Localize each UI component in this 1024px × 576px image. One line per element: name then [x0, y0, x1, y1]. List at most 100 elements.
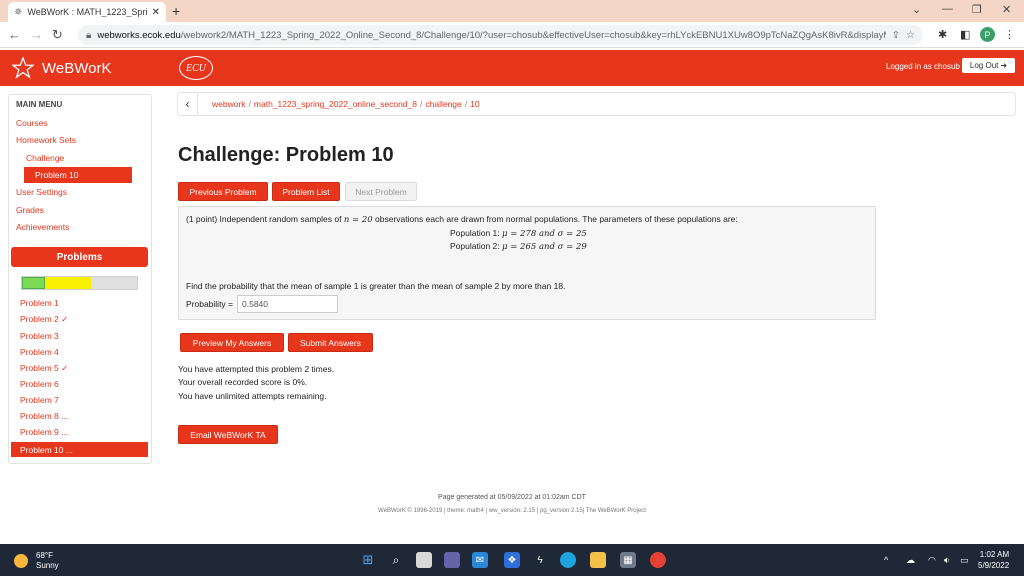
sidebar-item-courses[interactable]: Courses — [16, 118, 48, 128]
logged-in-text: Logged in as chosub — [886, 62, 960, 71]
tab-close-icon[interactable]: ✕ — [152, 7, 160, 18]
logout-icon: ➜ — [1000, 61, 1008, 70]
next-problem-button[interactable]: Next Problem — [345, 182, 417, 201]
start-icon[interactable]: ⊞ — [360, 552, 376, 568]
weather-condition: Sunny — [36, 561, 59, 570]
breadcrumb-item[interactable]: webwork — [212, 99, 246, 109]
battery-icon[interactable]: ▭ — [960, 555, 969, 566]
browser-tab[interactable]: ✵ WeBWorK : MATH_1223_Spring_ ✕ — [8, 2, 166, 22]
weather-text: 68°F Sunny — [36, 551, 59, 571]
breadcrumb-item[interactable]: math_1223_spring_2022_online_second_8 — [254, 99, 417, 109]
question-text: Find the probability that the mean of sa… — [186, 281, 566, 291]
university-seal-logo: ECU — [179, 56, 213, 80]
back-arrow-icon[interactable]: ← — [8, 27, 21, 42]
logout-button[interactable]: Log Out ➜ — [962, 58, 1015, 73]
sidebar-item-achievements[interactable]: Achievements — [16, 222, 69, 232]
extensions-icon[interactable]: ✱ — [938, 28, 947, 41]
share-icon[interactable]: ⇪ — [892, 30, 900, 41]
answer-row: Probability = — [186, 295, 339, 313]
population-2-label: Population 2: — [450, 241, 500, 251]
webwork-logo[interactable]: WeBWorK — [12, 57, 111, 79]
tray-overflow-icon[interactable]: ^ — [884, 555, 888, 565]
preview-answers-button[interactable]: Preview My Answers — [180, 333, 284, 352]
problem-list-item[interactable]: Problem 3 — [20, 331, 59, 341]
clock-date: 5/9/2022 — [978, 561, 1010, 570]
restore-icon[interactable]: ❐ — [972, 3, 982, 16]
bookmark-star-icon[interactable]: ☆ — [906, 30, 915, 41]
problem-list-item[interactable]: Problem 1 — [20, 298, 59, 308]
page-generated-text: Page generated at 05/09/2022 at 01:02am … — [438, 494, 586, 501]
reload-icon[interactable]: ↻ — [52, 27, 63, 43]
sidebar-item-challenge[interactable]: Challenge — [26, 153, 64, 163]
webwork-header: WeBWorK ECU Logged in as chosub — [0, 50, 1024, 86]
population-1-label: Population 1: — [450, 228, 500, 238]
email-ta-button[interactable]: Email WeBWorK TA — [178, 425, 278, 444]
task-view-icon[interactable] — [416, 552, 432, 568]
score-text: Your overall recorded score is 0%. — [178, 377, 308, 387]
population-1-row: Population 1: μ = 278 and σ = 25 — [450, 228, 587, 239]
windows-taskbar: 68°F Sunny ⊞ ⌕ ✉ ❖ ϟ ▦ ^ ☁ ◠ 🔉︎ ▭ 1:02 A… — [0, 544, 1024, 576]
browser-menu-icon[interactable]: ⋮ — [1004, 28, 1015, 41]
main-menu-title: MAIN MENU — [16, 100, 63, 109]
volume-icon[interactable]: 🔉︎ — [944, 555, 950, 566]
cloud-icon[interactable]: ☁ — [906, 555, 915, 566]
wifi-icon[interactable]: ◠ — [928, 555, 936, 566]
close-window-icon[interactable]: ✕ — [1002, 3, 1011, 16]
teams-chat-icon[interactable] — [444, 552, 460, 568]
problem-list-button[interactable]: Problem List — [272, 182, 340, 201]
edge-browser-icon[interactable] — [560, 552, 576, 568]
breadcrumb-links: webwork / math_1223_spring_2022_online_sec… — [198, 99, 480, 109]
previous-problem-button[interactable]: Previous Problem — [178, 182, 268, 201]
progress-bar — [21, 276, 138, 290]
problem-body: (1 point) Independent random samples of … — [178, 206, 876, 320]
mail-icon[interactable]: ✉ — [472, 552, 488, 568]
weather-widget[interactable]: 68°F Sunny — [14, 551, 59, 571]
lock-icon[interactable]: 🔒︎ — [86, 30, 91, 41]
browser-tab-bar: ✵ WeBWorK : MATH_1223_Spring_ ✕ + ⌄ — ❐ … — [0, 0, 1024, 22]
population-2-row: Population 2: μ = 265 and σ = 29 — [450, 241, 587, 252]
problem-list-item[interactable]: Problem 5 ✓ — [20, 363, 68, 374]
problem-list-item[interactable]: Problem 4 — [20, 347, 59, 357]
chrome-browser-icon[interactable] — [650, 552, 666, 568]
sidebar-item-problem-active[interactable]: Problem 10 — [24, 167, 132, 183]
profile-avatar-icon[interactable]: P — [980, 27, 995, 42]
breadcrumb-back-button[interactable]: ‹ — [178, 93, 198, 115]
forward-arrow-icon[interactable]: → — [30, 27, 43, 42]
address-bar[interactable]: 🔒︎ webworks.ecok.edu/webwork2/MATH_1223_… — [78, 25, 923, 45]
breadcrumb-separator: / — [464, 99, 468, 109]
submit-answers-button[interactable]: Submit Answers — [288, 333, 373, 352]
side-panel-icon[interactable]: ◧ — [960, 28, 970, 41]
chevron-left-icon: ‹ — [185, 97, 190, 111]
calculator-icon[interactable]: ▦ — [620, 552, 636, 568]
app-name: WeBWorK — [42, 59, 112, 77]
problem-list-item-active[interactable]: Problem 10 ... — [11, 442, 148, 457]
sidebar-item-user-settings[interactable]: User Settings — [16, 187, 67, 197]
breadcrumb-separator: / — [248, 99, 251, 109]
file-explorer-icon[interactable] — [590, 552, 606, 568]
sidebar-item-homework-sets[interactable]: Homework Sets — [16, 135, 76, 145]
breadcrumb-separator: / — [419, 99, 423, 109]
sidebar-item-grades[interactable]: Grades — [16, 205, 44, 215]
webwork-favicon-icon: ✵ — [14, 6, 23, 18]
search-icon[interactable]: ⌕ — [388, 552, 404, 568]
problem-list-item[interactable]: Problem 7 — [20, 395, 59, 405]
lightning-app-icon[interactable]: ϟ — [532, 552, 548, 568]
main-menu-sidebar: MAIN MENU Courses Homework Sets Challeng… — [8, 94, 152, 464]
new-tab-icon[interactable]: + — [172, 3, 180, 19]
remaining-attempts-text: You have unlimited attempts remaining. — [178, 391, 327, 401]
dropbox-icon[interactable]: ❖ — [504, 552, 520, 568]
problem-list-item[interactable]: Problem 8 ... — [20, 411, 68, 421]
tab-search-icon[interactable]: ⌄ — [912, 3, 921, 16]
breadcrumb-item: 10 — [470, 99, 480, 109]
probability-answer-input[interactable] — [237, 295, 339, 313]
system-clock[interactable]: 1:02 AM 5/9/2022 — [978, 549, 1009, 571]
footer-credits: WeBWorK © 1996-2019 | theme: math4 | ww_… — [378, 508, 646, 514]
minimize-icon[interactable]: — — [942, 3, 953, 15]
attempts-text: You have attempted this problem 2 times. — [178, 364, 335, 374]
problem-list-item[interactable]: Problem 2 ✓ — [20, 314, 68, 325]
browser-toolbar: ← → ↻ 🔒︎ webworks.ecok.edu/webwork2/MATH… — [0, 22, 1024, 48]
sample-size-math: n = 20 — [343, 215, 373, 225]
breadcrumb-item[interactable]: challenge — [425, 99, 461, 109]
problem-list-item[interactable]: Problem 6 — [20, 379, 59, 389]
problem-list-item[interactable]: Problem 9 ... — [20, 427, 68, 437]
